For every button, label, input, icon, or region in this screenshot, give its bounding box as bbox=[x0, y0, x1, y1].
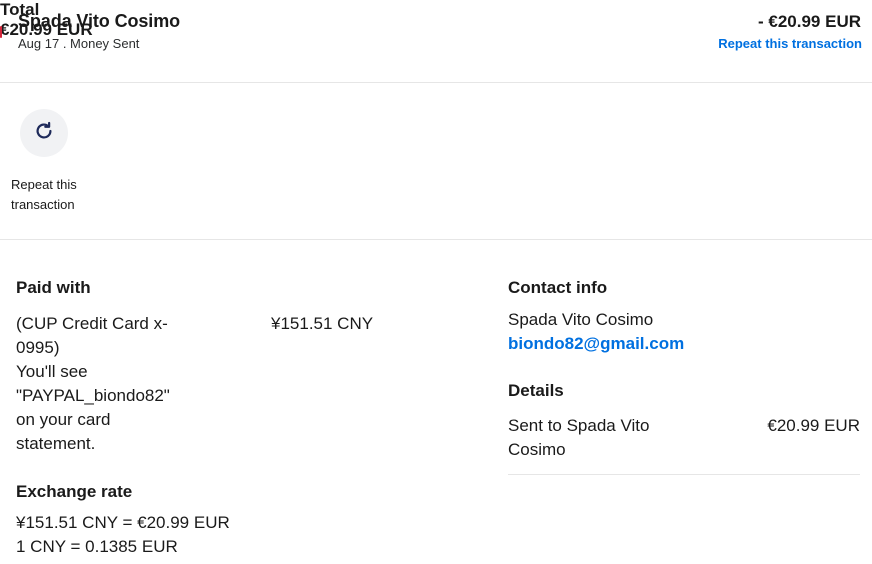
repeat-label-line2: transaction bbox=[11, 197, 75, 212]
contact-info-heading: Contact info bbox=[508, 278, 608, 297]
payment-method-description: (CUP Credit Card x- 0995) You'll see "PA… bbox=[16, 312, 216, 456]
exchange-rate-unit: 1 CNY = 0.1385 EUR bbox=[16, 537, 178, 556]
header-divider bbox=[0, 82, 872, 83]
transaction-subtitle: Aug 17 . Money Sent bbox=[18, 36, 140, 51]
section-divider bbox=[0, 239, 872, 240]
payment-method-line: (CUP Credit Card x- bbox=[16, 314, 168, 333]
sent-amount: €20.99 EUR bbox=[767, 416, 860, 435]
repeat-transaction-link[interactable]: Repeat this transaction bbox=[718, 36, 862, 51]
repeat-label-line1: Repeat this bbox=[11, 177, 77, 192]
sent-to-label: Sent to Spada Vito Cosimo bbox=[508, 414, 698, 462]
payment-method-line: You'll see bbox=[16, 362, 88, 381]
payment-method-line: on your card bbox=[16, 410, 111, 429]
refresh-icon bbox=[33, 120, 55, 147]
payment-method-line: statement. bbox=[16, 434, 96, 453]
contact-email-link[interactable]: biondo82@gmail.com bbox=[508, 332, 684, 356]
transaction-amount: - €20.99 EUR bbox=[758, 12, 861, 31]
repeat-transaction-button[interactable] bbox=[20, 109, 68, 157]
payment-method-line: 0995) bbox=[16, 338, 60, 357]
details-divider bbox=[508, 474, 860, 475]
sent-to-line: Sent to Spada Vito bbox=[508, 416, 650, 435]
paid-with-heading: Paid with bbox=[16, 278, 91, 297]
repeat-transaction-label[interactable]: Repeat this transaction bbox=[11, 175, 101, 215]
sent-to-line: Cosimo bbox=[508, 440, 566, 459]
paid-amount: ¥151.51 CNY bbox=[271, 314, 374, 333]
exchange-rate-conversion: ¥151.51 CNY = €20.99 EUR bbox=[16, 513, 230, 532]
payment-method-line: "PAYPAL_biondo82" bbox=[16, 386, 170, 405]
recipient-name: Spada Vito Cosimo bbox=[18, 11, 180, 31]
contact-name: Spada Vito Cosimo bbox=[508, 310, 654, 329]
details-heading: Details bbox=[508, 381, 564, 400]
transaction-header: Spada Vito Cosimo Aug 17 . Money Sent - … bbox=[0, 0, 872, 82]
exchange-rate-heading: Exchange rate bbox=[16, 482, 133, 501]
